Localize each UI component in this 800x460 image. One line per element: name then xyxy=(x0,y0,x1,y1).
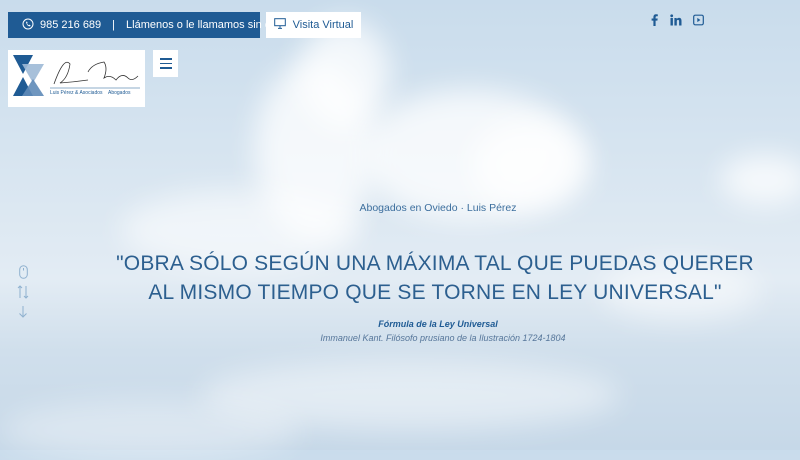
menu-line xyxy=(159,62,172,65)
youtube-icon[interactable] xyxy=(692,13,704,27)
logo-mark-icon xyxy=(13,55,140,96)
quote-formula: Fórmula de la Ley Universal xyxy=(378,319,498,329)
quote-author: Immanuel Kant. Filósofo prusiano de la I… xyxy=(320,333,566,343)
call-button[interactable]: 985 216 689 | Llámenos o le llamamos sin… xyxy=(8,12,325,38)
swipe-icon xyxy=(17,285,29,300)
hero-subtitle: Abogados en Oviedo · Luis Pérez xyxy=(359,202,517,214)
phone-number: 985 216 689 xyxy=(40,19,102,31)
logo-role: Abogados xyxy=(108,90,131,96)
phone-icon xyxy=(22,18,34,33)
side-scroll-indicators xyxy=(17,265,29,320)
facebook-icon[interactable] xyxy=(648,13,660,27)
logo-name: Luis Pérez & Asociados xyxy=(50,90,103,96)
mouse-icon xyxy=(17,265,29,280)
menu-line xyxy=(159,67,172,69)
arrow-down-icon xyxy=(17,305,29,320)
topbar-separator: | xyxy=(112,19,116,31)
monitor-icon xyxy=(273,18,286,32)
hamburger-menu-button[interactable] xyxy=(153,50,178,77)
social-links xyxy=(648,13,704,27)
site-logo[interactable]: Luis Pérez & Asociados Abogados xyxy=(8,50,145,107)
menu-line xyxy=(159,58,172,60)
linkedin-icon[interactable] xyxy=(670,13,682,27)
virtual-visit-button[interactable]: Visita Virtual xyxy=(266,12,361,38)
hero-quote: "OBRA SÓLO SEGÚN UNA MÁXIMA TAL QUE PUED… xyxy=(116,252,754,304)
virtual-visit-label: Visita Virtual xyxy=(292,19,354,31)
